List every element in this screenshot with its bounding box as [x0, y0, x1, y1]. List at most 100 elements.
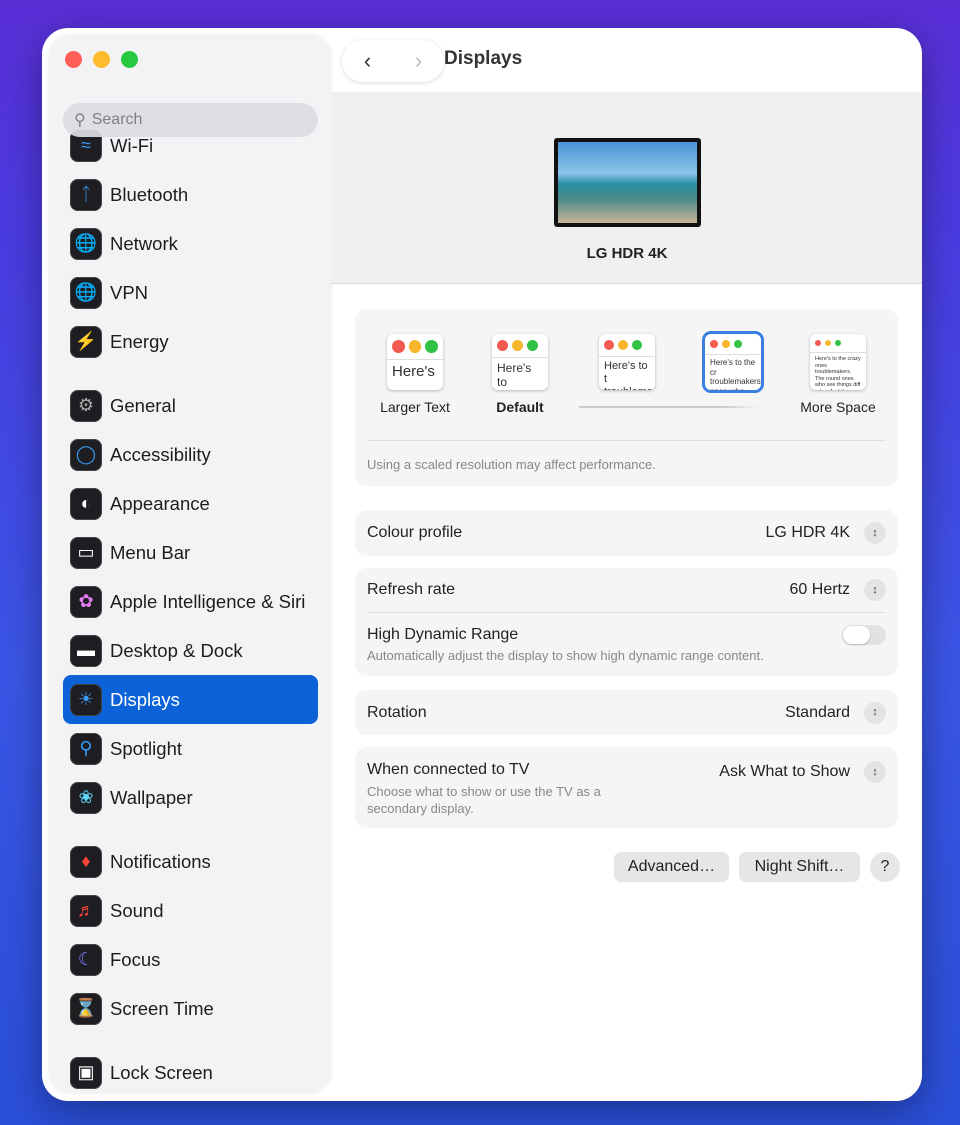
sidebar-item-lock-screen[interactable]: ▣ Lock Screen: [63, 1048, 318, 1092]
refresh-rate-value: 60 Hertz: [789, 581, 850, 598]
sidebar-item-label: Wallpaper: [110, 786, 193, 808]
colour-profile-label: Colour profile: [367, 524, 463, 541]
rotation-card: Rotation Standard ↕: [355, 690, 898, 735]
close-button[interactable]: [65, 51, 82, 68]
settings-window: ⚲ Search ≈ Wi-Fi ᛏ Bluetooth 🌐 Network 🌐 VPN ⚡ En…: [42, 28, 922, 1101]
minimize-button[interactable]: [93, 51, 110, 68]
sidebar-item-network[interactable]: 🌐 Network: [63, 219, 318, 268]
bolt-icon: ⚡: [70, 325, 102, 358]
sidebar-item-label: Focus: [110, 948, 161, 970]
search-icon: ⚲: [74, 112, 86, 129]
rotation-select[interactable]: Standard ↕: [785, 701, 886, 724]
chevron-updown-icon: ↕: [864, 701, 886, 724]
tv-description: Choose what to show or use the TV as a s…: [367, 784, 601, 816]
sidebar-item-wallpaper[interactable]: ❀ Wallpaper: [63, 773, 318, 822]
colour-profile-select[interactable]: LG HDR 4K ↕: [766, 522, 886, 544]
sidebar-item-label: Energy: [110, 330, 169, 352]
resolution-option[interactable]: Here's to t troublema ones who: [599, 334, 655, 390]
sidebar-item-spotlight[interactable]: ⚲ Spotlight: [63, 724, 318, 773]
zoom-button[interactable]: [121, 51, 138, 68]
sidebar-item-displays[interactable]: ☀ Displays: [63, 675, 318, 724]
sidebar-item-label: Accessibility: [110, 443, 211, 465]
sidebar-item-label: Displays: [110, 688, 180, 710]
tv-value: Ask What to Show: [719, 763, 850, 780]
resolution-card: Here's Larger Text Here's to troublem Defau…: [355, 309, 898, 486]
sidebar-item-label: Screen Time: [110, 997, 214, 1019]
hdr-toggle[interactable]: [842, 625, 886, 645]
sidebar-item-label: VPN: [110, 281, 149, 303]
gear-icon: ⚙: [70, 389, 102, 422]
chevron-updown-icon: ↕: [864, 522, 886, 544]
resolution-option[interactable]: Here's to the crazy ones troublemakers. …: [810, 334, 866, 390]
dock-icon: ▬: [70, 634, 102, 667]
colour-profile-value: LG HDR 4K: [765, 524, 850, 541]
sidebar-item-label: Desktop & Dock: [110, 639, 243, 661]
rotation-label: Rotation: [367, 703, 427, 721]
forward-button[interactable]: ›: [415, 48, 422, 74]
sidebar-item-desktop-dock[interactable]: ▬ Desktop & Dock: [63, 626, 318, 675]
help-button[interactable]: ?: [870, 852, 900, 882]
search-input[interactable]: ⚲ Search: [63, 103, 318, 137]
sidebar-item-label: Apple Intelligence & Siri: [110, 590, 306, 612]
hdr-label: High Dynamic Range: [367, 625, 519, 643]
resolution-note: Using a scaled resolution may affect per…: [367, 457, 656, 472]
resolution-option[interactable]: Here's to the cr troublemakers. ones who…: [705, 334, 761, 390]
siri-icon: ✿: [70, 585, 102, 618]
back-button[interactable]: ‹: [364, 48, 371, 74]
refresh-hdr-card: Refresh rate 60 Hertz ↕ High Dynamic Rang…: [355, 568, 898, 676]
chevron-updown-icon: ↕: [864, 579, 886, 601]
colour-profile-card: Colour profile LG HDR 4K ↕: [355, 510, 898, 556]
resolution-preview-text: Here's: [392, 363, 435, 380]
sidebar-item-label: Appearance: [110, 492, 210, 514]
sidebar-item-label: Network: [110, 232, 178, 254]
search-placeholder: Search: [91, 111, 143, 128]
bluetooth-icon: ᛏ: [70, 178, 102, 211]
sidebar-item-label: Lock Screen: [110, 1061, 213, 1083]
sidebar-item-bluetooth[interactable]: ᛏ Bluetooth: [63, 170, 318, 219]
sidebar-item-vpn[interactable]: 🌐 VPN: [63, 268, 318, 317]
sidebar-item-screen-time[interactable]: ⌛ Screen Time: [63, 984, 318, 1033]
sidebar-item-focus[interactable]: ☾ Focus: [63, 935, 318, 984]
tv-select[interactable]: Ask What to Show ↕: [719, 761, 886, 783]
sidebar-item-sound[interactable]: ♬ Sound: [63, 886, 318, 935]
resolution-preview-text: Here's to t troublema ones who: [604, 360, 653, 390]
resolution-slider-track[interactable]: [579, 406, 759, 408]
magnifier-icon: ⚲: [70, 732, 102, 765]
rotation-value: Standard: [785, 703, 850, 721]
sidebar-item-accessibility[interactable]: ◯ Accessibility: [63, 430, 318, 479]
sidebar-item-general[interactable]: ⚙ General: [63, 381, 318, 430]
sidebar-item-label: Bluetooth: [110, 183, 189, 205]
sidebar-item-energy[interactable]: ⚡ Energy: [63, 317, 318, 366]
refresh-rate-select[interactable]: 60 Hertz ↕: [790, 579, 886, 601]
resolution-option[interactable]: Here's: [387, 334, 443, 390]
sidebar-list[interactable]: ≈ Wi-Fi ᛏ Bluetooth 🌐 Network 🌐 VPN ⚡ Energy ⚙ Gene…: [63, 121, 318, 1092]
sidebar-item-label: Notifications: [110, 850, 211, 872]
main-pane: LG HDR 4K ‹ › Displays Here's Larger Text…: [330, 28, 922, 1101]
resolution-option-label: Default: [496, 399, 544, 415]
monitor-image[interactable]: [554, 138, 701, 227]
sun-icon: ☀: [70, 683, 102, 716]
sidebar-item-menu-bar[interactable]: ▭ Menu Bar: [63, 528, 318, 577]
display-preview-area: LG HDR 4K: [330, 92, 922, 284]
flower-icon: ❀: [70, 781, 102, 814]
moon-icon: ☾: [70, 943, 102, 976]
sidebar-item-appearance[interactable]: ◐ Appearance: [63, 479, 318, 528]
resolution-option-label: More Space: [800, 399, 876, 415]
chevron-updown-icon: ↕: [864, 761, 886, 783]
resolution-option-label: Larger Text: [380, 399, 450, 415]
sidebar-item-notifications[interactable]: ♦ Notifications: [63, 837, 318, 886]
appearance-icon: ◐: [70, 487, 102, 520]
display-name: LG HDR 4K: [586, 245, 668, 262]
advanced-button[interactable]: Advanced…: [614, 852, 729, 882]
sidebar-item-apple-intelligence-siri[interactable]: ✿ Apple Intelligence & Siri: [63, 577, 318, 626]
divider: [367, 440, 886, 441]
lock-icon: ▣: [70, 1056, 102, 1089]
resolution-preview-text: Here's to the cr troublemakers. ones who…: [710, 358, 761, 390]
accessibility-icon: ◯: [70, 438, 102, 471]
globe-icon: 🌐: [70, 227, 102, 260]
resolution-option[interactable]: Here's to troublem: [492, 334, 548, 390]
hourglass-icon: ⌛: [70, 992, 102, 1025]
night-shift-button[interactable]: Night Shift…: [739, 852, 860, 882]
page-title: Displays: [444, 48, 523, 69]
bell-icon: ♦: [70, 845, 102, 878]
